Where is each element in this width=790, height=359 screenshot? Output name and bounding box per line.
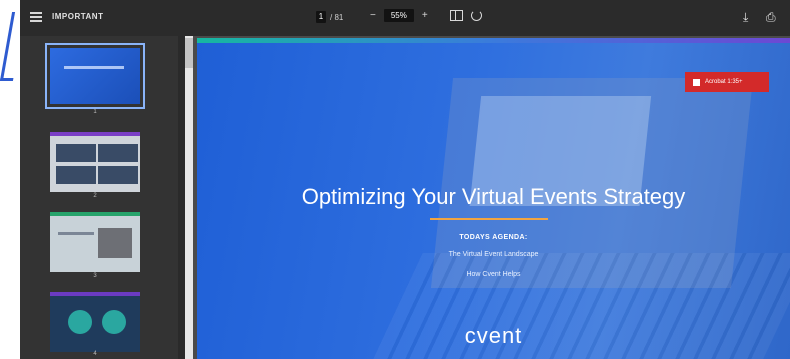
viewer-toolbar: IMPORTANT 1 / 81 − 55% + ⤓ ⎙ (20, 0, 790, 36)
print-icon[interactable]: ⎙ (766, 10, 776, 25)
thumbnail-graphic (98, 166, 138, 184)
document-viewer: Acrobat 1:35+ Optimizing Your Virtual Ev… (193, 36, 790, 359)
thumbnail-number: 2 (93, 193, 97, 199)
menu-icon[interactable] (30, 12, 42, 22)
acrobat-badge[interactable]: Acrobat 1:35+ (685, 72, 769, 92)
page-total: / 81 (330, 12, 344, 22)
thumbnail-page-4[interactable] (50, 292, 140, 352)
document-title: IMPORTANT (52, 12, 104, 21)
sidebar-scrollbar[interactable] (185, 36, 193, 359)
page-indicator: 1 / 81 (316, 11, 343, 23)
slide-accent-bar (197, 38, 790, 43)
zoom-in-button[interactable]: + (422, 10, 428, 21)
thumbnail-graphic (64, 66, 124, 69)
fit-page-icon[interactable] (449, 10, 463, 21)
thumbnail-number: 4 (93, 351, 97, 357)
pdf-viewer-window: IMPORTANT 1 / 81 − 55% + ⤓ ⎙ 1 2 3 4 Acr… (0, 0, 790, 359)
rotate-icon[interactable] (470, 10, 482, 21)
agenda-item: The Virtual Event Landscape (448, 251, 539, 258)
zoom-controls: − 55% + (370, 9, 482, 22)
thumbnail-graphic (58, 232, 94, 235)
background-window-edge (0, 0, 26, 359)
thumbnail-graphic (98, 228, 132, 258)
zoom-out-button[interactable]: − (370, 10, 376, 21)
thumbnail-page-1[interactable] (45, 43, 145, 109)
thumbnail-number: 1 (93, 109, 97, 115)
zoom-level-input[interactable]: 55% (383, 9, 414, 22)
thumbnail-graphic (56, 166, 96, 184)
acrobat-badge-label: Acrobat 1:35+ (705, 79, 743, 85)
thumbnail-sidebar: 1 2 3 4 (20, 36, 178, 359)
thumbnail-number: 3 (93, 273, 97, 279)
cvent-logo: cvent (464, 323, 523, 348)
agenda-heading: TODAYS AGENDA: (459, 234, 528, 241)
thumbnail-graphic (68, 310, 92, 334)
page-number-input[interactable]: 1 (316, 11, 326, 23)
slide-title: Optimizing Your Virtual Events Strategy (301, 184, 686, 209)
thumbnail-graphic (56, 144, 96, 162)
sidebar-scrollbar-thumb[interactable] (185, 38, 193, 68)
thumbnail-page-3[interactable] (50, 212, 140, 272)
thumbnail-page-2[interactable] (50, 132, 140, 192)
thumbnail-graphic (102, 310, 126, 334)
title-underline (430, 218, 548, 220)
download-icon[interactable]: ⤓ (743, 10, 748, 25)
acrobat-icon (693, 78, 700, 86)
thumbnail-graphic (98, 144, 138, 162)
slide-page: Acrobat 1:35+ Optimizing Your Virtual Ev… (197, 38, 790, 359)
agenda-item: How Cvent Helps (466, 271, 521, 278)
